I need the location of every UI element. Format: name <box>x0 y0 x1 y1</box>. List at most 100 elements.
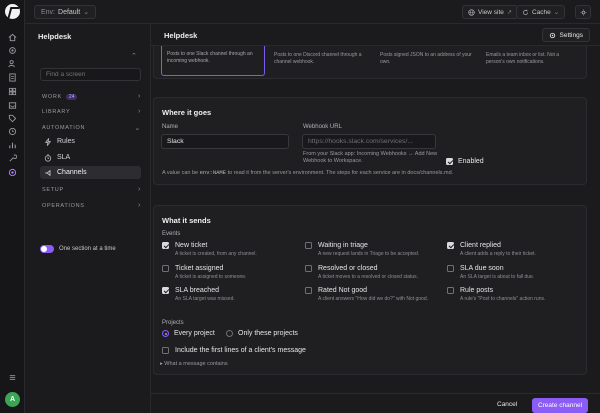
projects-label: Projects <box>162 320 184 326</box>
event-desc: A client adds a reply to their ticket. <box>460 251 536 257</box>
env-value: Default <box>58 8 81 16</box>
search-input[interactable] <box>40 68 141 81</box>
main-header: Helpdesk Settings <box>151 24 600 46</box>
where-heading: Where it goes <box>162 108 212 117</box>
sidebar-item-label: SLA <box>57 154 71 161</box>
event-title: SLA breached <box>175 287 219 294</box>
chart-icon[interactable] <box>7 140 18 151</box>
clock-icon[interactable] <box>7 126 18 137</box>
event-desc: A ticket is assigned to someone. <box>175 274 247 280</box>
chevron-up-icon[interactable]: ⌃ <box>131 52 137 60</box>
toggle-label: One section at a time <box>59 246 116 252</box>
section-label: AUTOMATION <box>42 125 86 131</box>
provider-desc: Posts signed JSON to an address of your … <box>380 52 472 65</box>
event-desc: A client answers "How did we do?" with N… <box>318 296 428 302</box>
event-title: Waiting in triage <box>318 242 368 249</box>
event-checkbox-sla-breached[interactable] <box>162 287 169 294</box>
sidebar-item-sla[interactable]: SLA <box>40 151 141 164</box>
cache-label: Cache <box>532 8 551 16</box>
event-desc: A rule's "Post to channels" action runs. <box>460 296 546 302</box>
sidebar-section-operations[interactable]: OPERATIONS › <box>42 202 141 209</box>
radio-every-project[interactable] <box>162 330 169 337</box>
event-checkbox-rated-not-good[interactable] <box>305 287 312 294</box>
provider-option-email[interactable]: Emails a team inbox or list. Not a perso… <box>480 46 584 76</box>
event-desc: An SLA target was missed. <box>175 296 235 302</box>
sidebar-item-rules[interactable]: Rules <box>40 135 141 148</box>
users-icon[interactable] <box>7 58 18 69</box>
include-first-lines-checkbox[interactable] <box>162 347 169 354</box>
what-card: What it sends Events New ticket A ticket… <box>153 205 587 375</box>
chevron-right-icon: › <box>137 93 141 100</box>
provider-desc: Emails a team inbox or list. Not a perso… <box>486 52 560 65</box>
event-checkbox-resolved-or-closed[interactable] <box>305 265 312 272</box>
sidebar-section-library[interactable]: LIBRARY › <box>42 108 141 115</box>
grid-icon[interactable] <box>7 86 18 97</box>
work-count-badge: 24 <box>65 94 78 100</box>
provider-desc: Posts to one Discord channel through a c… <box>274 52 362 65</box>
chevron-down-icon: ⌄ <box>83 9 90 16</box>
event-checkbox-waiting-in-triage[interactable] <box>305 242 312 249</box>
timer-icon <box>44 153 52 162</box>
event-checkbox-new-ticket[interactable] <box>162 242 169 249</box>
env-note-post: to read it from the server's environment… <box>227 170 454 176</box>
event-title: Client replied <box>460 242 501 249</box>
webhook-url-input[interactable]: https://hooks.slack.com/services/... <box>302 134 436 149</box>
event-checkbox-client-replied[interactable] <box>447 242 454 249</box>
one-section-toggle[interactable] <box>40 245 54 253</box>
inbox-icon[interactable] <box>7 100 18 111</box>
document-icon[interactable] <box>7 72 18 83</box>
settings-label: Settings <box>559 31 584 39</box>
name-input[interactable]: Slack <box>161 134 289 149</box>
page-title: Helpdesk <box>164 31 198 40</box>
bolt-icon <box>44 137 52 146</box>
home-icon[interactable] <box>7 32 18 43</box>
every-project-label: Every project <box>174 330 215 337</box>
broadcast-icon <box>45 169 51 176</box>
one-section-toggle-row[interactable]: One section at a time <box>40 245 116 253</box>
env-selector[interactable]: Env: Default ⌄ <box>34 5 97 19</box>
app-logo-icon[interactable] <box>5 4 20 19</box>
provider-option-webhook[interactable]: Posts signed JSON to an address of your … <box>374 46 478 76</box>
gear-icon[interactable] <box>7 45 18 56</box>
chevron-right-icon: › <box>137 202 141 209</box>
cancel-button[interactable]: Cancel <box>497 401 517 408</box>
view-site-button[interactable]: View site ↗ <box>462 5 518 19</box>
sun-icon <box>579 8 587 16</box>
collapse-icon[interactable] <box>7 372 18 383</box>
event-checkbox-rule-posts[interactable] <box>447 287 454 294</box>
top-bar: Env: Default ⌄ View site ↗ Cache ⌄ <box>25 0 600 24</box>
refresh-icon <box>523 9 528 15</box>
event-desc: A new request lands in Triage to be acce… <box>318 251 420 257</box>
event-checkbox-ticket-assigned[interactable] <box>162 265 169 272</box>
theme-toggle-button[interactable] <box>575 5 591 19</box>
gear-icon <box>549 32 555 38</box>
settings-button[interactable]: Settings <box>541 28 590 42</box>
sidebar-section-setup[interactable]: SETUP › <box>42 186 141 193</box>
radio-only-these-projects[interactable] <box>226 330 233 337</box>
provider-option-discord[interactable]: Posts to one Discord channel through a c… <box>268 46 372 76</box>
enabled-checkbox[interactable] <box>446 158 453 165</box>
webhook-note: From your Slack app: Incoming Webhooks →… <box>303 151 438 164</box>
sidebar-item-channels[interactable]: Channels <box>40 166 141 179</box>
event-desc: An SLA target is about to fall due. <box>460 274 535 280</box>
tag-icon[interactable] <box>7 113 18 124</box>
sidebar-item-label: Channels <box>57 169 87 176</box>
enabled-label: Enabled <box>458 158 484 165</box>
cache-button[interactable]: Cache ⌄ <box>516 5 566 19</box>
provider-desc: Posts to one Slack channel through an in… <box>167 51 253 64</box>
only-these-label: Only these projects <box>238 330 298 337</box>
event-title: New ticket <box>175 242 208 249</box>
sidebar-section-automation[interactable]: AUTOMATION ⌄ <box>42 125 141 132</box>
automation-icon[interactable] <box>7 167 18 178</box>
avatar[interactable]: A <box>5 392 20 407</box>
chevron-down-icon: ⌄ <box>134 125 141 132</box>
provider-option-slack[interactable]: Posts to one Slack channel through an in… <box>161 46 265 76</box>
name-label: Name <box>162 124 179 130</box>
event-desc: A ticket moves to a resolved or closed s… <box>318 274 419 280</box>
create-channel-button[interactable]: Create channel <box>532 398 588 413</box>
event-checkbox-sla-due-soon[interactable] <box>447 265 454 272</box>
wrench-icon[interactable] <box>7 153 18 164</box>
what-contains-toggle[interactable]: ▸ What a message contains <box>160 361 228 368</box>
sidebar-section-work[interactable]: WORK 24 › <box>42 93 141 100</box>
section-label: WORK <box>42 94 62 100</box>
